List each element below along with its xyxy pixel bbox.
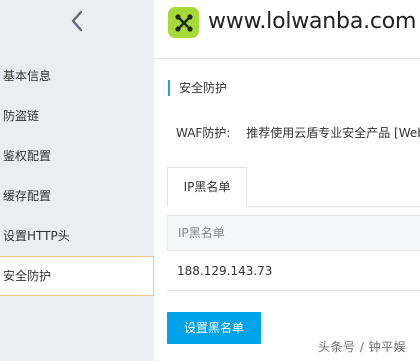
sidebar: 基本信息 防盗链 鉴权配置 缓存配置 设置HTTP头 安全防护 xyxy=(0,0,154,361)
sidebar-item-security[interactable]: 安全防护 xyxy=(0,256,154,296)
sidebar-item-label: 防盗链 xyxy=(3,109,40,123)
tab-ip-blacklist[interactable]: IP黑名单 xyxy=(167,167,247,207)
waf-recommendation-link[interactable]: 推荐使用云盾专业安全产品 [Web xyxy=(246,126,420,140)
ip-blacklist-table: IP黑名单 188.129.143.73 xyxy=(167,215,420,291)
table-header: IP黑名单 xyxy=(167,215,420,251)
cross-logo-icon xyxy=(168,7,199,38)
header-divider xyxy=(154,58,420,59)
sidebar-item-label: 设置HTTP头 xyxy=(3,229,70,243)
sidebar-item-auth-config[interactable]: 鉴权配置 xyxy=(0,136,154,176)
sidebar-item-cache-config[interactable]: 缓存配置 xyxy=(0,176,154,216)
sidebar-item-label: 鉴权配置 xyxy=(3,149,52,163)
sidebar-item-http-headers[interactable]: 设置HTTP头 xyxy=(0,216,154,256)
waf-label: WAF防护: xyxy=(176,126,231,140)
back-button[interactable] xyxy=(0,0,154,42)
sidebar-item-label: 安全防护 xyxy=(3,269,52,283)
sidebar-item-basic-info[interactable]: 基本信息 xyxy=(0,56,154,96)
section-title: 安全防护 xyxy=(168,80,227,96)
set-blacklist-button[interactable]: 设置黑名单 xyxy=(167,312,261,344)
domain-title: www.lolwanba.com xyxy=(208,9,417,34)
main-panel: www.lolwanba.com 安全防护 WAF防护: 推荐使用云盾专业安全产… xyxy=(154,0,420,361)
table-row: 188.129.143.73 xyxy=(167,251,420,291)
chevron-left-icon xyxy=(70,10,84,32)
sidebar-item-label: 缓存配置 xyxy=(3,189,52,203)
sidebar-item-hotlink-protection[interactable]: 防盗链 xyxy=(0,96,154,136)
watermark-text: 头条号 / 钟平娱 xyxy=(318,340,407,354)
waf-row: WAF防护: 推荐使用云盾专业安全产品 [Web xyxy=(176,125,420,141)
sidebar-item-label: 基本信息 xyxy=(3,69,52,83)
